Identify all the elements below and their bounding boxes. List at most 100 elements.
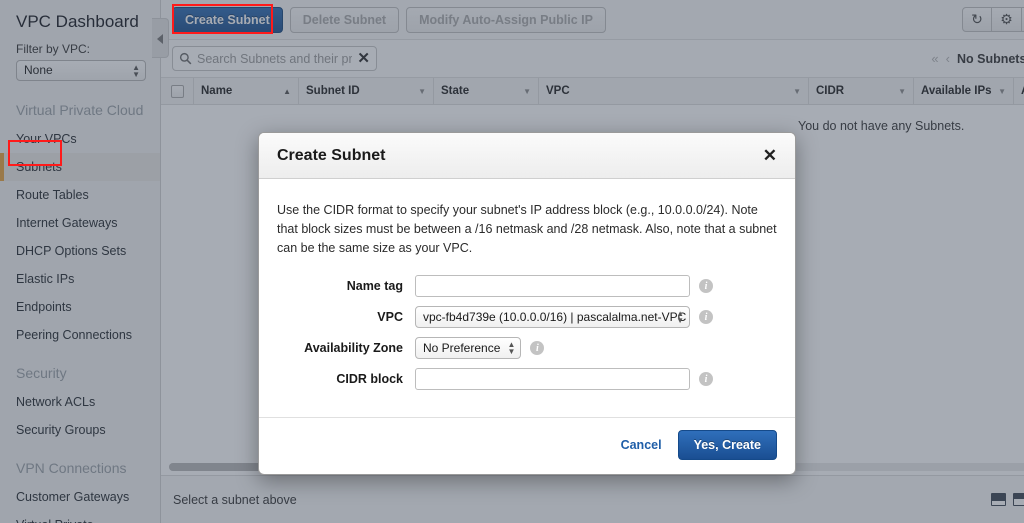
sidebar-item-label: Peering Connections <box>16 328 132 342</box>
column-label: Subnet ID <box>306 85 360 97</box>
modify-auto-assign-public-ip-button[interactable]: Modify Auto-Assign Public IP <box>406 7 606 33</box>
refresh-icon[interactable]: ↻ <box>962 7 992 32</box>
info-icon[interactable]: i <box>530 341 544 355</box>
name-tag-label: Name tag <box>277 279 415 293</box>
layout-toggle-group <box>991 493 1024 506</box>
sidebar-collapse-button[interactable] <box>152 18 169 58</box>
availability-zone-label: Availability Zone <box>277 341 415 355</box>
sort-asc-icon: ▲ <box>277 87 291 96</box>
column-header-state[interactable]: State ▼ <box>434 78 539 104</box>
form-row-availability-zone: Availability Zone No Preference ▲▼ i <box>277 337 777 359</box>
sidebar-item-customer-gateways[interactable]: Customer Gateways <box>0 483 160 511</box>
pagination-prev-button[interactable]: ‹ <box>946 51 950 66</box>
dialog-title: Create Subnet <box>277 147 385 165</box>
dialog-footer: Cancel Yes, Create <box>259 417 795 474</box>
sidebar-item-internet-gateways[interactable]: Internet Gateways <box>0 209 160 237</box>
info-icon[interactable]: i <box>699 310 713 324</box>
sidebar-item-label: Customer Gateways <box>16 490 129 504</box>
toolbar-icon-group: ↻ ⚙ ❔ <box>962 7 1024 32</box>
sidebar-item-dhcp-options-sets[interactable]: DHCP Options Sets <box>0 237 160 265</box>
column-header-cidr[interactable]: CIDR ▼ <box>809 78 914 104</box>
column-label: State <box>441 85 469 97</box>
create-subnet-dialog: Create Subnet ✕ Use the CIDR format to s… <box>258 132 796 475</box>
column-header-available-ips[interactable]: Available IPs ▼ <box>914 78 1014 104</box>
sidebar-item-label: Route Tables <box>16 188 89 202</box>
cidr-block-label: CIDR block <box>277 372 415 386</box>
dialog-body: Use the CIDR format to specify your subn… <box>259 179 795 405</box>
name-tag-input[interactable] <box>415 275 690 297</box>
sidebar-item-network-acls[interactable]: Network ACLs <box>0 388 160 416</box>
vpc-select[interactable]: vpc-fb4d739e (10.0.0.0/16) | pascalalma.… <box>415 306 690 328</box>
filter-by-vpc-wrap: None ▲▼ <box>0 60 160 86</box>
stepper-arrows-icon: ▲▼ <box>507 341 515 355</box>
filter-by-vpc-value: None <box>24 63 53 77</box>
sidebar-group-security: Security <box>0 349 160 388</box>
sort-icon: ▼ <box>892 87 906 96</box>
dialog-close-icon[interactable]: ✕ <box>763 147 777 164</box>
sidebar-item-route-tables[interactable]: Route Tables <box>0 181 160 209</box>
sidebar: VPC Dashboard Filter by VPC: None ▲▼ Vir… <box>0 0 161 523</box>
create-subnet-button[interactable]: Create Subnet <box>172 7 283 33</box>
table-header-row: Name ▲ Subnet ID ▼ State ▼ VPC ▼ CIDR <box>161 78 1024 105</box>
status-bar: Select a subnet above <box>161 475 1024 523</box>
gear-icon[interactable]: ⚙ <box>992 7 1022 32</box>
cidr-block-input[interactable] <box>415 368 690 390</box>
column-header-subnet-id[interactable]: Subnet ID ▼ <box>299 78 434 104</box>
select-all-checkbox[interactable] <box>171 85 184 98</box>
search-input[interactable] <box>197 52 352 66</box>
sidebar-item-subnets[interactable]: Subnets <box>0 153 160 181</box>
vpc-label: VPC <box>277 310 415 324</box>
sidebar-item-label: DHCP Options Sets <box>16 244 126 258</box>
column-label: Available IPs <box>921 85 992 97</box>
form-row-vpc: VPC vpc-fb4d739e (10.0.0.0/16) | pascala… <box>277 306 777 328</box>
sidebar-item-your-vpcs[interactable]: Your VPCs <box>0 125 160 153</box>
delete-subnet-button[interactable]: Delete Subnet <box>290 7 399 33</box>
column-header-vpc[interactable]: VPC ▼ <box>539 78 809 104</box>
stepper-arrows-icon: ▲▼ <box>132 64 140 78</box>
sort-icon: ▼ <box>412 87 426 96</box>
availability-zone-select[interactable]: No Preference ▲▼ <box>415 337 521 359</box>
filter-by-vpc-label: Filter by VPC: <box>0 42 160 60</box>
sort-icon: ▼ <box>517 87 531 96</box>
filter-by-vpc-select[interactable]: None ▲▼ <box>16 60 146 81</box>
column-header-availability-zone[interactable]: Avai <box>1014 78 1024 104</box>
empty-state-message: You do not have any Subnets. <box>798 119 964 133</box>
form-row-name-tag: Name tag i <box>277 275 777 297</box>
column-header-name[interactable]: Name ▲ <box>194 78 299 104</box>
search-bar: ✕ « ‹ No Subnets › » <box>161 40 1024 78</box>
chevron-left-icon <box>157 34 163 44</box>
cancel-button[interactable]: Cancel <box>621 438 662 452</box>
pagination-label: No Subnets <box>957 52 1024 66</box>
search-field[interactable]: ✕ <box>172 46 377 71</box>
vpc-console-screen: VPC Dashboard Filter by VPC: None ▲▼ Vir… <box>0 0 1024 523</box>
sidebar-item-label: Subnets <box>16 160 62 174</box>
sidebar-item-security-groups[interactable]: Security Groups <box>0 416 160 444</box>
sidebar-item-label: Your VPCs <box>16 132 77 146</box>
sidebar-item-label: Security Groups <box>16 423 106 437</box>
sidebar-item-label: Elastic IPs <box>16 272 74 286</box>
yes-create-button[interactable]: Yes, Create <box>678 430 777 460</box>
pagination-first-button[interactable]: « <box>931 51 938 66</box>
sidebar-group-vpn: VPN Connections <box>0 444 160 483</box>
column-label: Name <box>201 85 232 97</box>
vpc-select-value: vpc-fb4d739e (10.0.0.0/16) | pascalalma.… <box>423 310 686 324</box>
sidebar-item-virtual-private-gateways[interactable]: Virtual Private Gateways <box>0 511 160 523</box>
dashboard-title: VPC Dashboard <box>0 8 160 42</box>
select-all-header[interactable] <box>161 78 194 104</box>
availability-zone-value: No Preference <box>423 341 500 355</box>
layout-split-icon[interactable] <box>1013 493 1024 506</box>
sidebar-item-endpoints[interactable]: Endpoints <box>0 293 160 321</box>
sort-icon: ▼ <box>787 87 801 96</box>
layout-bottom-icon[interactable] <box>991 493 1006 506</box>
info-icon[interactable]: i <box>699 372 713 386</box>
sidebar-item-peering-connections[interactable]: Peering Connections <box>0 321 160 349</box>
sort-icon: ▼ <box>992 87 1006 96</box>
sidebar-group-vpc: Virtual Private Cloud <box>0 86 160 125</box>
search-clear-icon[interactable]: ✕ <box>357 51 370 66</box>
action-toolbar: Create Subnet Delete Subnet Modify Auto-… <box>161 0 1024 40</box>
status-message: Select a subnet above <box>173 493 297 507</box>
pagination: « ‹ No Subnets › » <box>931 51 1024 66</box>
sidebar-item-label: Virtual Private Gateways <box>16 518 94 523</box>
sidebar-item-elastic-ips[interactable]: Elastic IPs <box>0 265 160 293</box>
info-icon[interactable]: i <box>699 279 713 293</box>
